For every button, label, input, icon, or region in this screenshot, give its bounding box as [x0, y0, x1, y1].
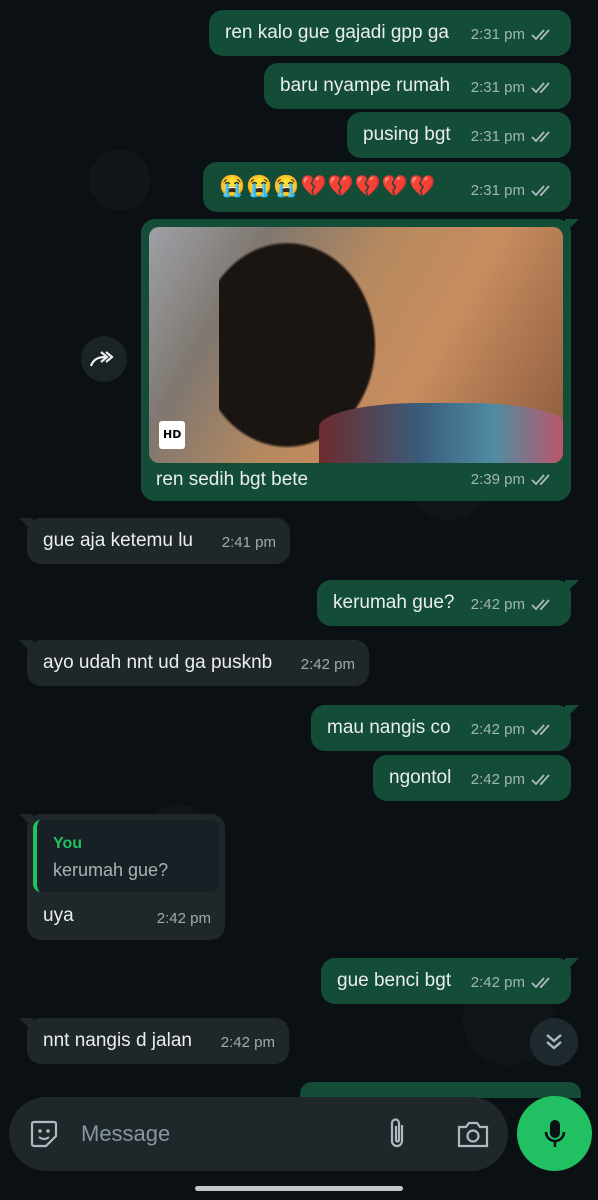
message-text: kerumah gue?: [333, 592, 455, 613]
message-time: 2:42 pm: [470, 771, 525, 788]
read-ticks-icon: [531, 185, 550, 197]
outgoing-message[interactable]: baru nyampe rumah 2:31 pm: [264, 63, 571, 109]
read-ticks-icon: [531, 474, 550, 486]
message-text: gue aja ketemu lu: [43, 530, 193, 551]
outgoing-message[interactable]: pusing bgt 2:31 pm: [347, 112, 571, 158]
bubble-tail: [19, 640, 33, 654]
read-ticks-icon: [531, 131, 550, 143]
message-text: nnt nangis d jalan: [43, 1030, 192, 1051]
message-text: baru nyampe rumah: [280, 75, 451, 96]
message-time: 2:42 pm: [156, 910, 211, 927]
message-text: mau nangis co: [327, 717, 451, 738]
message-time: 2:31 pm: [470, 79, 525, 96]
message-time: 2:42 pm: [300, 656, 355, 673]
outgoing-message[interactable]: ren kalo gue gajadi gpp ga 2:31 pm: [209, 10, 571, 56]
double-chevron-down-icon: [546, 1034, 562, 1050]
incoming-message[interactable]: gue aja ketemu lu 2:41 pm: [19, 518, 290, 564]
bubble-tail: [19, 1018, 33, 1032]
message-text: 😭😭😭💔💔💔💔💔: [219, 175, 437, 198]
message-text: pusing bgt: [363, 124, 451, 145]
outgoing-message[interactable]: mau nangis co 2:42 pm: [311, 705, 579, 751]
camera-icon[interactable]: [456, 1119, 490, 1149]
incoming-reply-message[interactable]: You kerumah gue? uya 2:42 pm: [19, 814, 225, 940]
message-text: ngontol: [389, 767, 452, 788]
forward-button[interactable]: [81, 336, 127, 382]
quote-text: kerumah gue?: [53, 860, 169, 880]
home-indicator[interactable]: [195, 1186, 403, 1191]
message-time: 2:31 pm: [470, 26, 525, 43]
read-ticks-icon: [531, 724, 550, 736]
sticker-icon[interactable]: [29, 1119, 59, 1149]
photo-thumbnail[interactable]: HD: [149, 227, 563, 463]
read-ticks-icon: [531, 82, 550, 94]
message-text: gue benci bgt: [337, 970, 452, 991]
incoming-message[interactable]: nnt nangis d jalan 2:42 pm: [19, 1018, 289, 1064]
outgoing-message[interactable]: 😭😭😭💔💔💔💔💔 2:31 pm: [203, 162, 571, 212]
outgoing-message[interactable]: kerumah gue? 2:42 pm: [317, 580, 579, 626]
photo-blanket-shape: [319, 403, 563, 463]
outgoing-photo-message[interactable]: HD ren sedih bgt bete 2:39 pm: [141, 219, 579, 501]
read-ticks-icon: [531, 977, 550, 989]
bubble-tail: [19, 518, 33, 532]
voice-record-button[interactable]: [517, 1096, 592, 1171]
message-time: 2:31 pm: [470, 128, 525, 145]
read-ticks-icon: [531, 599, 550, 611]
forward-icon: [89, 351, 114, 367]
outgoing-message[interactable]: gue benci bgt 2:42 pm: [321, 958, 579, 1004]
bubble-tail: [565, 705, 579, 719]
message-text: ayo udah nnt ud ga pusknb: [43, 652, 273, 673]
read-ticks-icon: [531, 774, 550, 786]
bubble-tail: [565, 580, 579, 594]
bubble-tail: [565, 958, 579, 972]
incoming-message[interactable]: ayo udah nnt ud ga pusknb 2:42 pm: [19, 640, 369, 686]
message-time: 2:42 pm: [470, 721, 525, 738]
message-time: 2:42 pm: [470, 596, 525, 613]
microphone-icon: [544, 1119, 565, 1147]
photo-caption: ren sedih bgt bete: [156, 469, 309, 490]
partial-outgoing-message: [300, 1082, 581, 1098]
message-time: 2:31 pm: [470, 182, 525, 199]
scroll-to-bottom-button[interactable]: [530, 1018, 578, 1066]
message-text: ren kalo gue gajadi gpp ga: [225, 22, 449, 43]
message-time: 2:42 pm: [470, 974, 525, 991]
message-text: uya: [43, 905, 74, 926]
outgoing-message[interactable]: ngontol 2:42 pm: [373, 755, 571, 801]
message-time: 2:42 pm: [220, 1034, 275, 1051]
message-time: 2:39 pm: [470, 471, 525, 488]
quote-author: You: [53, 835, 83, 852]
message-time: 2:41 pm: [221, 534, 276, 551]
read-ticks-icon: [531, 29, 550, 41]
hd-badge: HD: [159, 421, 186, 449]
message-composer[interactable]: Message: [9, 1097, 508, 1171]
message-input[interactable]: Message: [81, 1121, 170, 1147]
quoted-message[interactable]: You kerumah gue?: [33, 820, 219, 892]
bubble-tail: [19, 814, 33, 828]
bubble-tail: [565, 219, 579, 233]
paperclip-icon[interactable]: [385, 1117, 409, 1151]
